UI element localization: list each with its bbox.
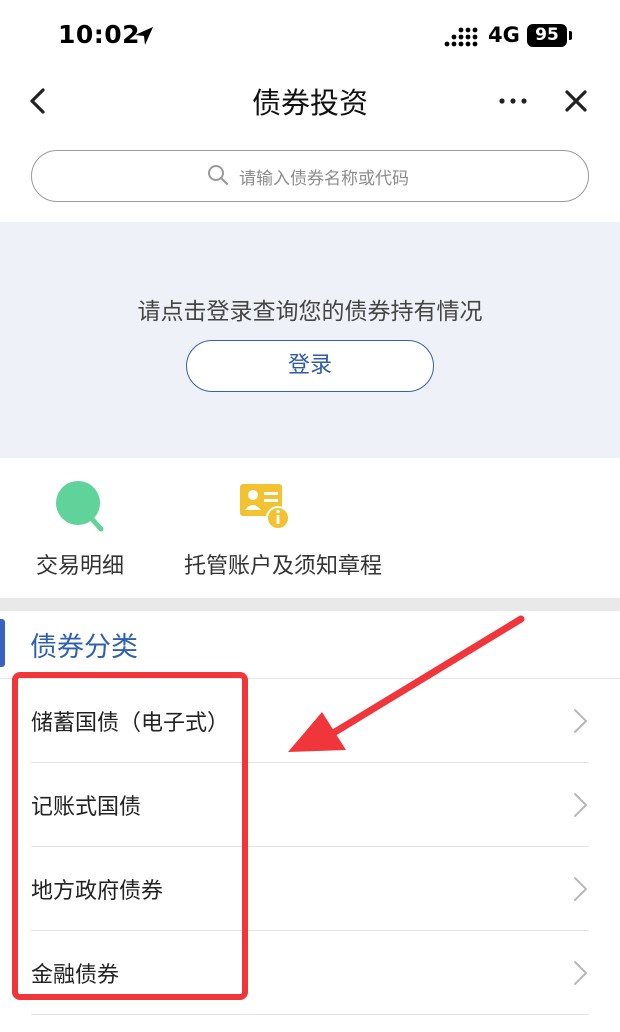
battery-tip	[569, 31, 572, 40]
list-item-label: 储蓄国债（电子式）	[31, 711, 230, 736]
status-bar: 10:02 4G 95	[0, 0, 620, 72]
section-divider	[0, 598, 620, 611]
list-item[interactable]: 记账式国债	[0, 763, 620, 847]
list-item[interactable]: 金融债券	[0, 931, 620, 1015]
list-item-label: 地方政府债券	[31, 879, 164, 904]
chevron-right-icon	[574, 877, 587, 901]
list-divider	[31, 1014, 589, 1015]
chevron-right-icon	[574, 961, 587, 985]
location-arrow-icon	[135, 27, 153, 45]
magnifier-icon	[56, 481, 104, 532]
login-button[interactable]: 登录	[186, 340, 434, 392]
shortcut-label: 托管账户及须知章程	[183, 554, 382, 579]
login-panel: 请点击登录查询您的债券持有情况 登录	[0, 222, 620, 458]
status-time: 10:02	[58, 20, 141, 49]
nav-bar: 债券投资	[0, 72, 620, 132]
search-input[interactable]: 请输入债券名称或代码	[31, 150, 589, 202]
battery-icon: 95	[527, 24, 567, 47]
close-icon[interactable]	[562, 86, 590, 116]
account-card-info-icon	[240, 484, 290, 530]
shortcut-label: 交易明细	[35, 554, 124, 579]
search-icon	[208, 165, 228, 185]
list-item[interactable]: 储蓄国债（电子式）	[0, 679, 620, 763]
chevron-right-icon	[574, 793, 587, 817]
more-icon[interactable]	[496, 88, 530, 114]
shortcut-trade-details[interactable]: 交易明细	[20, 470, 140, 580]
network-type: 4G	[488, 23, 520, 47]
signal-icon	[444, 27, 478, 47]
search-placeholder: 请输入债券名称或代码	[239, 169, 409, 189]
bond-investment-page: 10:02 4G 95 债券投资 请输入债券名称或代码 请点击登录查询您的债券持…	[0, 0, 620, 1032]
shortcut-custody-account[interactable]: 托管账户及须知章程	[168, 470, 398, 580]
category-accent-bar	[0, 619, 5, 667]
category-title: 债券分类	[30, 632, 138, 663]
category-header: 债券分类	[0, 611, 620, 679]
chevron-right-icon	[574, 709, 587, 733]
battery-level: 95	[535, 25, 559, 45]
list-item[interactable]: 地方政府债券	[0, 847, 620, 931]
list-item-label: 金融债券	[31, 963, 120, 988]
login-prompt: 请点击登录查询您的债券持有情况	[137, 299, 483, 325]
list-item-label: 记账式国债	[31, 795, 142, 820]
